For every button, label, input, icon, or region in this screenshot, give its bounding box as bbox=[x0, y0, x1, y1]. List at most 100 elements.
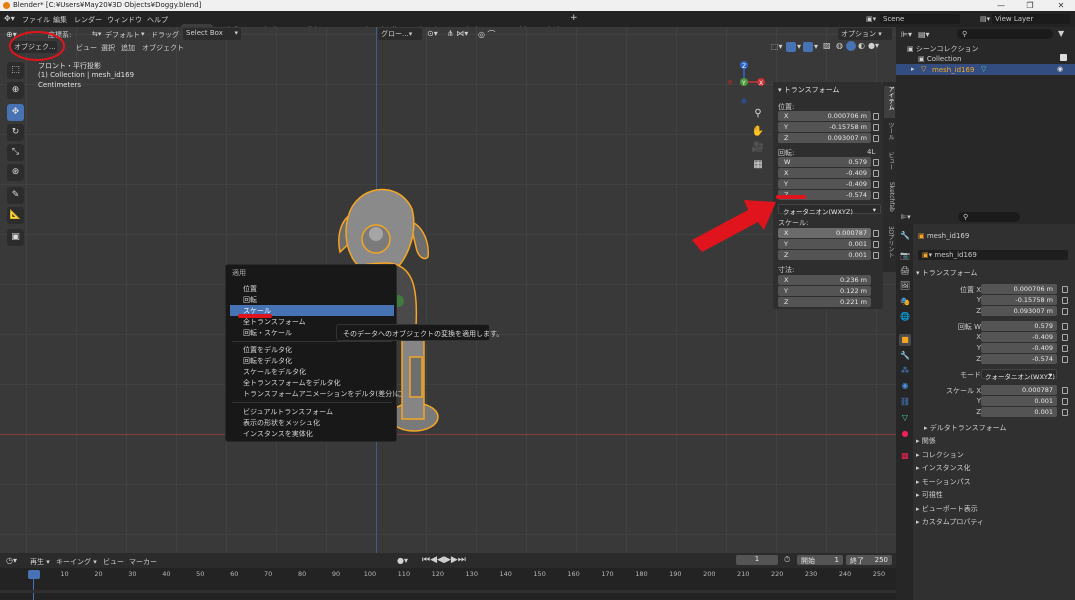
location-y-field[interactable]: -0.15758 m bbox=[981, 295, 1057, 305]
shading-rendered-icon[interactable]: ●▾ bbox=[868, 41, 879, 50]
snap-icon[interactable]: ▾ bbox=[141, 30, 145, 38]
filter-funnel-icon[interactable]: ▼ bbox=[1058, 29, 1064, 38]
pivot-point-icon[interactable]: ⊙▾ bbox=[427, 29, 438, 38]
pivot-icon[interactable]: ⇆▾ bbox=[92, 30, 101, 38]
scale-x-field[interactable]: X 0.000787 bbox=[778, 228, 871, 238]
visibility-section[interactable]: ▸ 可視性 bbox=[916, 490, 943, 500]
options-dropdown[interactable]: オプション ▾ bbox=[838, 28, 892, 40]
collections-section[interactable]: ▸ コレクション bbox=[916, 450, 964, 460]
editor-type-icon[interactable]: ⊫▾ bbox=[901, 30, 912, 39]
proportional-edit-icon[interactable]: ◎ ⌒ bbox=[478, 29, 496, 40]
gizmo-toggle-icon[interactable] bbox=[786, 42, 796, 52]
lock-icon[interactable] bbox=[1062, 387, 1068, 394]
location-y-field[interactable]: Y -0.15758 m bbox=[778, 122, 871, 132]
relations-section[interactable]: ▸ 関係 bbox=[916, 436, 936, 446]
rotation-y-field[interactable]: -0.409 bbox=[981, 343, 1057, 353]
lock-icon[interactable] bbox=[1062, 308, 1068, 315]
lock-icon[interactable] bbox=[1062, 323, 1068, 330]
maximize-button[interactable]: ❐ bbox=[1016, 0, 1044, 11]
start-frame-field[interactable]: 開始 1 bbox=[797, 555, 843, 565]
shading-material-icon[interactable]: ◐ bbox=[858, 41, 865, 50]
end-frame-field[interactable]: 終了 250 bbox=[846, 555, 892, 565]
camera-icon[interactable]: 🎥 bbox=[751, 141, 765, 155]
overlay-dropdown[interactable]: ▾ bbox=[814, 42, 818, 51]
menu-item-visual-transform[interactable]: ビジュアルトランスフォーム bbox=[230, 406, 394, 417]
menu-edit[interactable]: 編集 bbox=[53, 15, 67, 25]
rotate-tool-icon[interactable]: ↻ bbox=[7, 124, 24, 141]
marker-menu[interactable]: マーカー bbox=[129, 557, 157, 567]
lock-icon[interactable] bbox=[873, 230, 879, 237]
rotation-x-field[interactable]: X -0.409 bbox=[778, 168, 871, 178]
rotation-mode-dropdown[interactable]: クォータニオン(WXYZ) ▾ bbox=[778, 204, 881, 216]
object-name-field[interactable]: ▣▾ mesh_id169 bbox=[918, 250, 1068, 260]
measure-tool-icon[interactable]: 📐 bbox=[7, 207, 24, 224]
tab-3d-print[interactable]: 3Dプリント bbox=[884, 226, 895, 266]
viewport-display-section[interactable]: ▸ ビューポート表示 bbox=[916, 504, 978, 514]
lock-icon[interactable] bbox=[873, 124, 879, 131]
scene-selector[interactable]: Scene bbox=[880, 14, 960, 24]
stopwatch-icon[interactable]: ⏱ bbox=[784, 555, 790, 565]
menu-item-location-to-deltas[interactable]: 位置をデルタ化 bbox=[230, 344, 394, 355]
blender-menu-icon[interactable]: ✥▾ bbox=[4, 14, 15, 23]
menu-item-scale-to-deltas[interactable]: スケールをデルタ化 bbox=[230, 366, 394, 377]
menu-object[interactable]: オブジェクト bbox=[142, 43, 184, 53]
close-button[interactable]: ✕ bbox=[1047, 0, 1075, 11]
material-tab-icon[interactable]: ● bbox=[899, 428, 911, 440]
scale-y-field[interactable]: Y 0.001 bbox=[778, 239, 871, 249]
rotation-w-field[interactable]: 0.579 bbox=[981, 321, 1057, 331]
add-cube-tool-icon[interactable]: ▣ bbox=[7, 229, 24, 246]
scale-z-field[interactable]: 0.001 bbox=[981, 407, 1057, 417]
tab-view[interactable]: ビュー bbox=[884, 152, 895, 178]
custom-properties-section[interactable]: ▸ カスタムプロパティ bbox=[916, 517, 984, 527]
instancing-section[interactable]: ▸ インスタンス化 bbox=[916, 463, 970, 473]
lock-icon[interactable] bbox=[1062, 398, 1068, 405]
lock-icon[interactable] bbox=[873, 181, 879, 188]
scale-y-field[interactable]: 0.001 bbox=[981, 396, 1057, 406]
rotation-y-field[interactable]: Y -0.409 bbox=[778, 179, 871, 189]
playback-menu[interactable]: 再生 ▾ bbox=[30, 557, 50, 567]
menu-select[interactable]: 選択 bbox=[101, 43, 115, 53]
collection-checkbox[interactable] bbox=[1060, 54, 1067, 61]
lock-icon[interactable] bbox=[873, 159, 879, 166]
eye-visibility-icon[interactable]: ◉ bbox=[1057, 65, 1063, 73]
view-layer-selector[interactable]: View Layer bbox=[992, 14, 1070, 24]
shading-solid-icon[interactable] bbox=[846, 41, 856, 51]
menu-item-location[interactable]: 位置 bbox=[230, 283, 394, 294]
lock-icon[interactable] bbox=[1062, 286, 1068, 293]
menu-help[interactable]: ヘルプ bbox=[147, 15, 168, 25]
pan-hand-icon[interactable]: ✋ bbox=[751, 125, 765, 139]
minimize-button[interactable]: — bbox=[987, 0, 1015, 11]
lock-icon[interactable] bbox=[873, 241, 879, 248]
filter-icon[interactable]: ▤▾ bbox=[918, 30, 930, 39]
tool-tab-icon[interactable]: 🔧 bbox=[899, 230, 911, 242]
3d-viewport[interactable]: ⊕▾ 座標系: ⇆▾ デフォルト ▾ ドラッグ Select Box ▾ グロー.… bbox=[0, 27, 896, 553]
visibility-icon[interactable]: ⬚▾ bbox=[771, 42, 783, 51]
add-workspace-button[interactable]: + bbox=[570, 13, 578, 23]
dimensions-z-field[interactable]: Z 0.221 m bbox=[778, 297, 871, 307]
zoom-icon[interactable]: ⚲ bbox=[751, 107, 765, 121]
scale-x-field[interactable]: 0.000787 bbox=[981, 385, 1057, 395]
menu-item-make-instances-real[interactable]: インスタンスを実体化 bbox=[230, 428, 394, 439]
current-frame-field[interactable]: 1 bbox=[736, 555, 778, 565]
select-tool-icon[interactable]: ⬚ bbox=[7, 62, 24, 79]
annotate-tool-icon[interactable]: ✎ bbox=[7, 187, 24, 204]
menu-item-all-to-deltas[interactable]: 全トランスフォームをデルタ化 bbox=[230, 377, 394, 388]
rotation-z-field[interactable]: -0.574 bbox=[981, 354, 1057, 364]
properties-search-input[interactable]: ⚲ bbox=[958, 212, 1020, 222]
shading-wireframe-icon[interactable]: ◍ bbox=[836, 41, 843, 50]
location-z-field[interactable]: 0.093007 m bbox=[981, 306, 1057, 316]
keying-menu[interactable]: キーイング ▾ bbox=[56, 557, 97, 567]
outliner-row-selected[interactable]: ▸ ▽ mesh_id169 ▽ ◉ bbox=[896, 64, 1075, 75]
timeline-scrollbar[interactable] bbox=[0, 590, 896, 593]
lock-icon[interactable] bbox=[1062, 297, 1068, 304]
tab-sketchfab[interactable]: Sketchfab bbox=[884, 182, 895, 222]
lock-icon[interactable] bbox=[1062, 356, 1068, 363]
playhead[interactable] bbox=[28, 570, 40, 579]
scale-z-field[interactable]: Z 0.001 bbox=[778, 250, 871, 260]
xray-icon[interactable]: ▨ bbox=[823, 41, 831, 50]
expand-arrow-icon[interactable]: ▸ bbox=[911, 65, 915, 73]
menu-item-anim-to-deltas[interactable]: トランスフォームアニメーションをデルタ(差分)に bbox=[230, 388, 402, 399]
tab-tool[interactable]: ツール bbox=[884, 122, 895, 148]
rotation-x-field[interactable]: -0.409 bbox=[981, 332, 1057, 342]
render-tab-icon[interactable]: 📷 bbox=[899, 250, 911, 262]
